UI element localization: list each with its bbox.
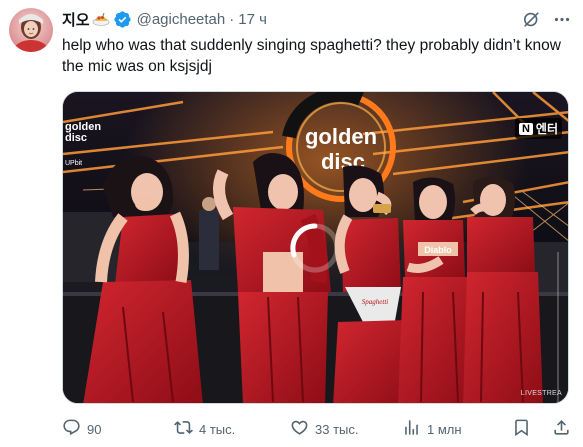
heart-icon — [290, 418, 309, 440]
livestream-watermark: LIVESTREA — [520, 390, 562, 397]
tweet-header: 지오 @agicheetah · 17 ч — [62, 9, 267, 29]
separator-dot: · — [229, 10, 235, 28]
performer-shirt-text: Diablo — [424, 245, 452, 255]
views-button[interactable]: 1 млн — [402, 418, 462, 440]
bookmark-icon — [512, 418, 531, 440]
corner-logo: golden disc UPbit — [65, 122, 101, 169]
more-options-icon[interactable] — [552, 10, 572, 29]
action-bar: 90 4 тыс. 33 тыс. 1 млн — [62, 418, 577, 440]
tweet: 지오 @agicheetah · 17 ч help who was that … — [0, 0, 583, 447]
like-button[interactable]: 33 тыс. — [290, 418, 358, 440]
views-count: 1 млн — [427, 421, 462, 437]
reply-button[interactable]: 90 — [62, 418, 101, 440]
views-chart-icon — [402, 418, 421, 440]
timestamp[interactable]: 17 ч — [238, 11, 267, 28]
corner-logo-line2: disc — [65, 132, 88, 144]
avatar[interactable] — [9, 8, 53, 52]
stage-logo-line1: golden — [305, 124, 377, 149]
broadcaster-label: 엔터 — [535, 122, 558, 136]
corner-sponsor: UPbit — [65, 160, 83, 167]
reply-icon — [62, 418, 81, 440]
spaghetti-emoji-icon — [92, 10, 110, 28]
verified-badge-icon[interactable] — [113, 10, 132, 29]
tweet-text: help who was that suddenly singing spagh… — [62, 37, 561, 75]
share-button[interactable] — [552, 418, 571, 440]
retweet-icon — [174, 418, 193, 440]
retweet-count: 4 тыс. — [199, 421, 236, 437]
performer-skirt-text: Spaghetti — [362, 298, 388, 306]
bookmark-button[interactable] — [512, 418, 531, 440]
reply-count: 90 — [87, 421, 102, 437]
share-icon — [552, 418, 571, 440]
grok-icon[interactable] — [522, 10, 541, 29]
tweet-media-video[interactable]: golden disc Spaghetti Diablo golden disc… — [62, 91, 569, 404]
broadcaster-letter: N — [518, 122, 533, 135]
retweet-button[interactable]: 4 тыс. — [174, 418, 235, 440]
like-count: 33 тыс. — [315, 421, 359, 437]
user-handle[interactable]: @agicheetah — [137, 11, 226, 28]
broadcaster-badge: N 엔터 — [514, 118, 562, 139]
display-name[interactable]: 지오 — [62, 9, 90, 30]
